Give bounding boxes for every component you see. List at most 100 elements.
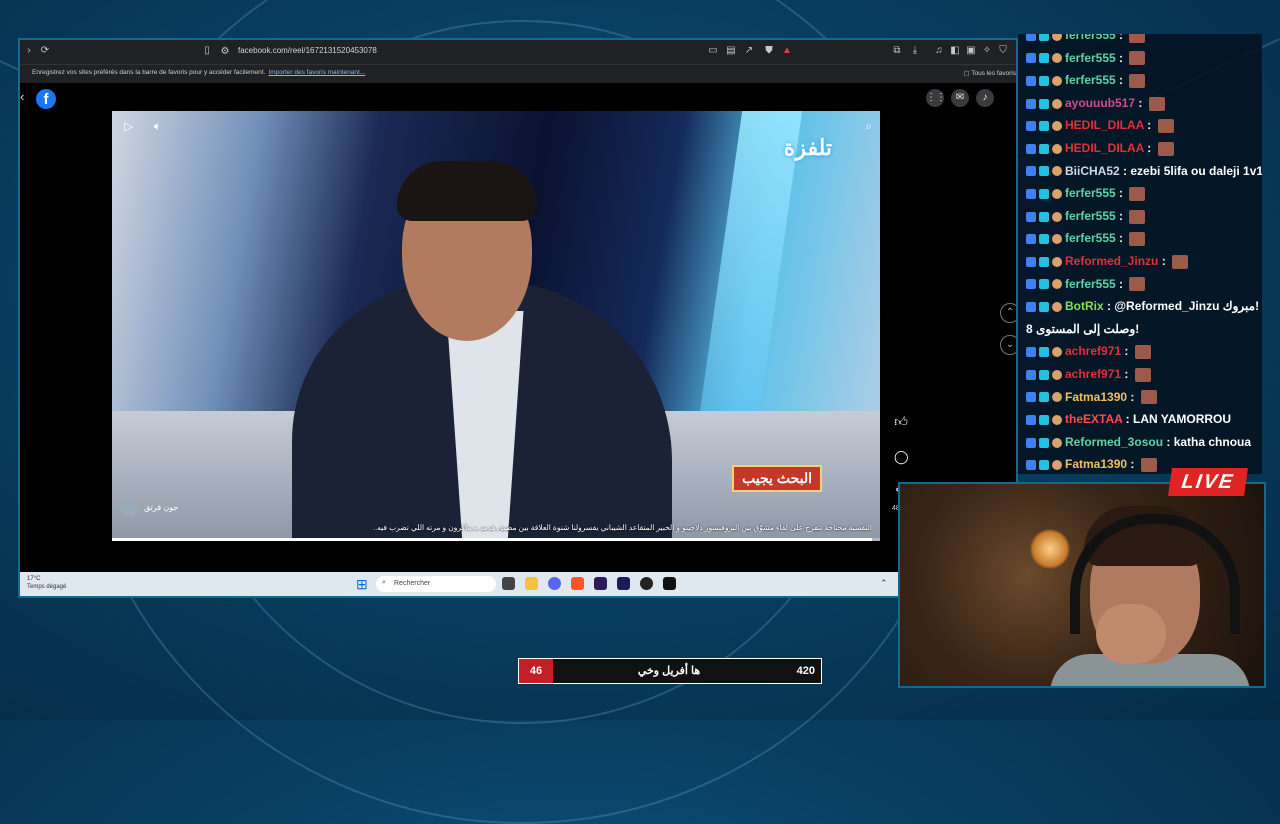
chat-username[interactable]: achref971 bbox=[1065, 344, 1121, 358]
vpn-icon[interactable]: ⛉ bbox=[996, 44, 1010, 58]
forward-icon[interactable]: › bbox=[22, 44, 36, 58]
reel-video[interactable]: ▷ 🔈︎ ⌕ تلفزة البحث يجيب جون فرتق النفسية… bbox=[112, 111, 880, 541]
search-icon[interactable]: ⌕ bbox=[865, 119, 872, 134]
chat-badge-icon bbox=[1052, 347, 1062, 358]
chat-username[interactable]: ferfer555 bbox=[1065, 277, 1116, 291]
after-effects-icon[interactable] bbox=[617, 577, 630, 590]
chat-emote bbox=[1148, 96, 1165, 111]
chat-badge-icon bbox=[1026, 98, 1036, 109]
stream-chat: ferfer555 : ferfer555 : ferfer555 : ayou… bbox=[1018, 34, 1262, 474]
comment-icon[interactable]: ◯ bbox=[894, 449, 909, 465]
discord-icon[interactable] bbox=[548, 577, 561, 590]
rewards-icon[interactable]: ▲ bbox=[780, 44, 794, 58]
extension-icon[interactable]: ⧉ bbox=[890, 44, 904, 58]
chat-username[interactable]: ferfer555 bbox=[1065, 73, 1116, 87]
app-icon[interactable] bbox=[663, 577, 676, 590]
reader-icon[interactable]: ▤ bbox=[724, 44, 738, 58]
chat-badge-icon bbox=[1039, 460, 1049, 471]
all-favorites-folder[interactable]: ▢ Tous les favoris bbox=[963, 69, 1016, 77]
chat-badge-icon bbox=[1026, 369, 1036, 380]
chat-username[interactable]: HEDIL_DILAA bbox=[1065, 141, 1144, 155]
leo-icon[interactable]: ✧ bbox=[980, 44, 994, 58]
chat-badge-icon bbox=[1052, 34, 1062, 41]
screen-icon[interactable]: ▭ bbox=[706, 44, 720, 58]
chat-separator: : bbox=[1127, 389, 1138, 404]
chat-badge-icon bbox=[1026, 234, 1036, 245]
sidebar-icon[interactable]: ◧ bbox=[948, 44, 962, 58]
chat-emote bbox=[1134, 345, 1151, 360]
bookmark-hint-text: Enregistrez vos sites préférés dans la b… bbox=[32, 69, 266, 76]
video-progress-bar[interactable] bbox=[112, 538, 880, 541]
lamp bbox=[1030, 529, 1070, 569]
reload-icon[interactable]: ⟳ bbox=[38, 44, 52, 58]
chat-username[interactable]: Reformed_Jinzu bbox=[1065, 254, 1158, 268]
chat-username[interactable]: ayouuub517 bbox=[1065, 96, 1135, 110]
address-bar[interactable]: ⚙ facebook.com/reel/1672131520453078 bbox=[216, 43, 776, 61]
previous-reel-icon[interactable]: ⌃ bbox=[1000, 303, 1016, 323]
chat-badge-icon bbox=[1026, 53, 1036, 64]
chat-username[interactable]: theEXTAA bbox=[1065, 412, 1122, 426]
windows-start-icon[interactable]: ⊞ bbox=[356, 577, 370, 591]
bookmark-icon[interactable]: ▯ bbox=[200, 44, 214, 58]
share-icon[interactable]: ↗ bbox=[742, 44, 756, 58]
facebook-reel-page: ‹ f ⋮⋮ ✉ ♪ ▷ 🔈︎ ⌕ تلفزة البحث يجيب جون ف… bbox=[20, 83, 1016, 572]
file-explorer-icon[interactable] bbox=[525, 577, 538, 590]
obs-icon[interactable] bbox=[640, 577, 653, 590]
download-icon[interactable]: ⤓ bbox=[908, 44, 922, 58]
chat-username[interactable]: BotRix bbox=[1065, 299, 1104, 313]
play-icon[interactable]: ▷ bbox=[124, 119, 133, 133]
chat-badge-icon bbox=[1026, 460, 1036, 471]
chat-badge-icon bbox=[1039, 98, 1049, 109]
weather-temp: 17°C bbox=[27, 576, 41, 582]
chat-message: achref971 : bbox=[1026, 367, 1151, 382]
chat-separator: : bbox=[1158, 254, 1170, 268]
like-icon[interactable]: 👍︎ bbox=[894, 414, 908, 430]
volume-icon[interactable]: 🔈︎ bbox=[154, 119, 161, 134]
poll-left-count: 46 bbox=[519, 659, 553, 683]
chat-message: achref971 : bbox=[1026, 344, 1151, 360]
back-icon[interactable]: ‹ bbox=[20, 89, 24, 104]
chat-message: ferfer555 : bbox=[1026, 51, 1146, 66]
chat-emote bbox=[1129, 232, 1146, 247]
chat-emote bbox=[1157, 141, 1174, 156]
chat-emote bbox=[1157, 119, 1174, 134]
chat-badge-icon bbox=[1052, 415, 1062, 426]
messenger-icon[interactable]: ✉ bbox=[951, 89, 969, 107]
premiere-icon[interactable] bbox=[594, 577, 607, 590]
chat-username[interactable]: Fatma1390 bbox=[1065, 390, 1127, 404]
chevron-up-icon[interactable]: ⌃ bbox=[880, 577, 893, 590]
chat-badge-icon bbox=[1052, 369, 1062, 380]
chat-separator: : bbox=[1103, 299, 1115, 314]
chat-username[interactable]: ferfer555 bbox=[1065, 209, 1116, 223]
menu-grid-icon[interactable]: ⋮⋮ bbox=[926, 89, 946, 107]
taskbar-search[interactable]: ⌕ Rechercher bbox=[376, 576, 496, 592]
facebook-logo[interactable]: f bbox=[36, 89, 56, 109]
chat-username[interactable]: BiiCHA52 bbox=[1065, 164, 1120, 178]
video-caption: النفسية محتاجة تتفرج على لقاء مشوّق بين … bbox=[372, 523, 872, 532]
chat-separator: : bbox=[1127, 457, 1138, 472]
chat-username[interactable]: Fatma1390 bbox=[1065, 457, 1127, 471]
import-bookmarks-link[interactable]: Importer des favoris maintenant... bbox=[268, 69, 365, 76]
chat-username[interactable]: HEDIL_DILAA bbox=[1065, 118, 1144, 132]
chat-text: وصلت إلى المستوى 8! bbox=[1026, 321, 1140, 336]
chat-username[interactable]: ferfer555 bbox=[1065, 34, 1116, 42]
video-progress-fill bbox=[112, 538, 873, 541]
wallet-icon[interactable]: ▣ bbox=[964, 44, 978, 58]
music-icon[interactable]: ♫ bbox=[932, 44, 946, 58]
next-reel-icon[interactable]: ⌄ bbox=[1000, 335, 1016, 355]
task-view-icon[interactable] bbox=[502, 577, 515, 590]
chat-badge-icon bbox=[1052, 53, 1062, 64]
chat-username[interactable]: Reformed_3osou bbox=[1065, 435, 1163, 449]
shield-icon[interactable]: ⛊ bbox=[762, 44, 776, 58]
brave-icon[interactable] bbox=[571, 577, 584, 590]
site-info-icon[interactable]: ⚙ bbox=[218, 45, 232, 59]
weather-widget[interactable]: 17°C Temps dégagé bbox=[27, 575, 66, 591]
page-name[interactable]: جون فرتق bbox=[120, 499, 178, 517]
chat-badge-icon bbox=[1039, 166, 1049, 177]
chat-separator: : bbox=[1115, 73, 1127, 88]
chat-username[interactable]: achref971 bbox=[1065, 367, 1121, 381]
notifications-icon[interactable]: ♪ bbox=[976, 89, 994, 107]
chat-username[interactable]: ferfer555 bbox=[1065, 231, 1116, 245]
chat-username[interactable]: ferfer555 bbox=[1065, 186, 1116, 200]
chat-username[interactable]: ferfer555 bbox=[1065, 51, 1116, 65]
